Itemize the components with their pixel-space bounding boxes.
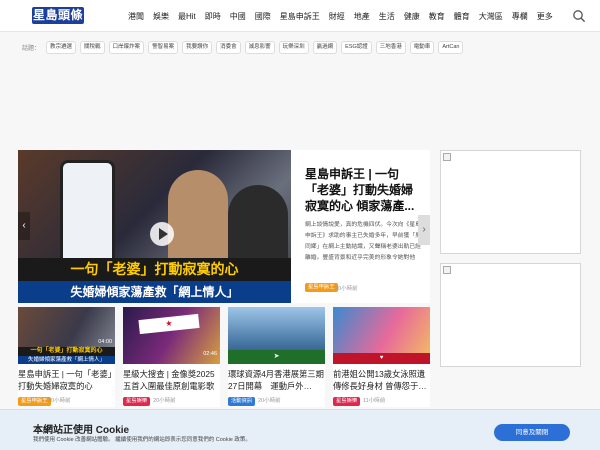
tag-item[interactable]: ESG認證 bbox=[341, 40, 372, 54]
category-badge[interactable]: 星島娛樂 bbox=[123, 397, 151, 406]
tag-item[interactable]: 玩樂深圳 bbox=[278, 40, 309, 54]
tag-item[interactable]: 關稅戰 bbox=[80, 40, 105, 54]
nav-item-gba[interactable]: 大灣區 bbox=[479, 11, 503, 22]
play-icon[interactable] bbox=[150, 222, 174, 246]
timestamp: 11小時前 bbox=[363, 398, 386, 404]
tag-item[interactable]: 教宗遴選 bbox=[46, 40, 77, 54]
person-figure bbox=[168, 170, 228, 270]
search-icon[interactable] bbox=[572, 9, 586, 23]
news-card[interactable]: 一句「老婆」打動寂寞的心 失婚婦傾家蕩產救「網上情人」 04:00 星島申訴王 … bbox=[18, 307, 115, 407]
cookie-banner: 本網站正使用 Cookie 我們使用 Cookie 改善網站體驗。 繼續使用我們… bbox=[0, 409, 600, 450]
nav-item-sports[interactable]: 體育 bbox=[454, 11, 470, 22]
hero-image[interactable]: ‹ 一句「老婆」打動寂寞的心 失婚婦傾家蕩產救「網上情人」 bbox=[18, 150, 291, 303]
timestamp: 20小時前 bbox=[48, 398, 71, 404]
nav-item-entertainment[interactable]: 娛樂 bbox=[153, 11, 169, 22]
nav-item-hit[interactable]: 最Hit bbox=[178, 11, 196, 22]
main-nav: 港聞 娛樂 最Hit 即時 中國 國際 星島申訴王 財經 地產 生活 健康 教育… bbox=[128, 0, 562, 32]
category-badge[interactable]: 活動資訊 bbox=[228, 397, 256, 406]
broken-image-icon bbox=[443, 153, 451, 161]
hero-text-panel: 星島申訴王 | 一句「老婆」打動失婚婦寂寞的心 傾家蕩產... 網上談情說愛，真… bbox=[291, 150, 430, 303]
thumb-caption: 一句「老婆」打動寂寞的心 bbox=[18, 347, 115, 356]
category-badge[interactable]: 星島娛樂 bbox=[333, 397, 361, 406]
tag-item[interactable]: ArtCan bbox=[438, 40, 464, 54]
card-thumbnail[interactable]: ➤ bbox=[228, 307, 325, 364]
tag-item[interactable]: 減息影響 bbox=[244, 40, 275, 54]
nav-item-health[interactable]: 健康 bbox=[404, 11, 420, 22]
nav-item-column[interactable]: 專欄 bbox=[512, 11, 528, 22]
nav-item-international[interactable]: 國際 bbox=[255, 11, 271, 22]
tag-item[interactable]: 消委會 bbox=[216, 40, 241, 54]
phone-graphic bbox=[60, 160, 115, 270]
top-header: 星島頭條 港聞 娛樂 最Hit 即時 中國 國際 星島申訴王 財經 地產 生活 … bbox=[0, 0, 600, 32]
card-title[interactable]: 星級大搜查 | 金像獎2025五首入圍最佳原創電影歌曲 bbox=[123, 368, 220, 392]
thumb-banner: ♥ bbox=[333, 353, 430, 364]
card-thumbnail[interactable]: 一句「老婆」打動寂寞的心 失婚婦傾家蕩產救「網上情人」 04:00 bbox=[18, 307, 115, 364]
tag-item[interactable]: 三地香港 bbox=[375, 40, 406, 54]
site-logo[interactable]: 星島頭條 bbox=[32, 7, 84, 24]
category-badge[interactable]: 星島申訴王 bbox=[305, 283, 338, 292]
nav-item-complaints[interactable]: 星島申訴王 bbox=[280, 11, 320, 22]
carousel-prev-button[interactable]: ‹ bbox=[18, 212, 30, 240]
topic-tags: 話題： 教宗遴選 關稅戰 口岸爆炸案 警智易案 我要讚你 消委會 減息影響 玩樂… bbox=[22, 40, 467, 54]
nav-item-more[interactable]: 更多 bbox=[537, 11, 553, 22]
cookie-text: 我們使用 Cookie 改善網站體驗。 繼續使用我們的網站即表示您同意我們的 C… bbox=[33, 437, 251, 443]
tag-item[interactable]: 電動車 bbox=[409, 40, 435, 54]
category-badge[interactable]: 星島申訴王 bbox=[18, 397, 51, 406]
hero-banner-top: 一句「老婆」打動寂寞的心 bbox=[18, 258, 291, 281]
nav-item-finance[interactable]: 財經 bbox=[329, 11, 345, 22]
timestamp: 20小時前 bbox=[335, 286, 358, 292]
hero-description: 網上談情說愛，真的危機四伏。今次向《星島申訴王》求助的事主已失婚多年，早前獲「男… bbox=[305, 222, 421, 261]
card-thumbnail[interactable]: ♥ bbox=[333, 307, 430, 364]
video-duration: 04:00 bbox=[98, 339, 112, 345]
nav-item-property[interactable]: 地產 bbox=[354, 11, 370, 22]
hero-banner-bottom: 失婚婦傾家蕩產救「網上情人」 bbox=[18, 281, 291, 303]
nav-item-instant[interactable]: 即時 bbox=[205, 11, 221, 22]
card-title[interactable]: 前港姐公開13歲女泳照遺傳修長好身材 曾傳怨于… bbox=[333, 368, 430, 392]
card-title[interactable]: 環球資源4月香港展第三期27日開幕 運動戶外… bbox=[228, 368, 325, 392]
ad-slot[interactable] bbox=[440, 263, 581, 367]
news-card[interactable]: ★ 02:46 星級大搜查 | 金像獎2025五首入圍最佳原創電影歌曲 星島娛樂… bbox=[123, 307, 220, 407]
tag-item[interactable]: 贏過網 bbox=[312, 40, 338, 54]
tag-item[interactable]: 警智易案 bbox=[148, 40, 179, 54]
video-duration: 02:46 bbox=[203, 351, 217, 357]
timestamp: 20小時前 bbox=[258, 398, 281, 404]
nav-item-education[interactable]: 教育 bbox=[429, 11, 445, 22]
card-thumbnail[interactable]: ★ 02:46 bbox=[123, 307, 220, 364]
carousel-next-button[interactable]: › bbox=[418, 215, 430, 245]
card-title[interactable]: 星島申訴王 | 一句「老婆」打動失婚婦寂寞的心 bbox=[18, 368, 115, 392]
news-card[interactable]: ♥ 前港姐公開13歲女泳照遺傳修長好身材 曾傳怨于… 星島娛樂 11小時前 bbox=[333, 307, 430, 407]
thumb-caption: 失婚婦傾家蕩產救「網上情人」 bbox=[18, 356, 115, 364]
broken-image-icon bbox=[443, 266, 451, 274]
nav-item-life[interactable]: 生活 bbox=[379, 11, 395, 22]
tag-item[interactable]: 口岸爆炸案 bbox=[108, 40, 145, 54]
cookie-accept-button[interactable]: 同意及關閉 bbox=[494, 424, 570, 441]
news-card[interactable]: ➤ 環球資源4月香港展第三期27日開幕 運動戶外… 活動資訊 20小時前 bbox=[228, 307, 325, 407]
tags-lead-label: 話題： bbox=[22, 45, 41, 52]
cookie-title: 本網站正使用 Cookie bbox=[33, 425, 130, 436]
ad-slot[interactable] bbox=[440, 150, 581, 254]
nav-item-china[interactable]: 中國 bbox=[230, 11, 246, 22]
thumb-graphic-label: ★ bbox=[138, 313, 200, 335]
nav-item-hk[interactable]: 港聞 bbox=[128, 11, 144, 22]
thumb-banner: ➤ bbox=[228, 350, 325, 364]
tag-item[interactable]: 我要讚你 bbox=[182, 40, 213, 54]
timestamp: 20小時前 bbox=[153, 398, 176, 404]
hero-title[interactable]: 星島申訴王 | 一句「老婆」打動失婚婦寂寞的心 傾家蕩產... bbox=[305, 166, 423, 214]
